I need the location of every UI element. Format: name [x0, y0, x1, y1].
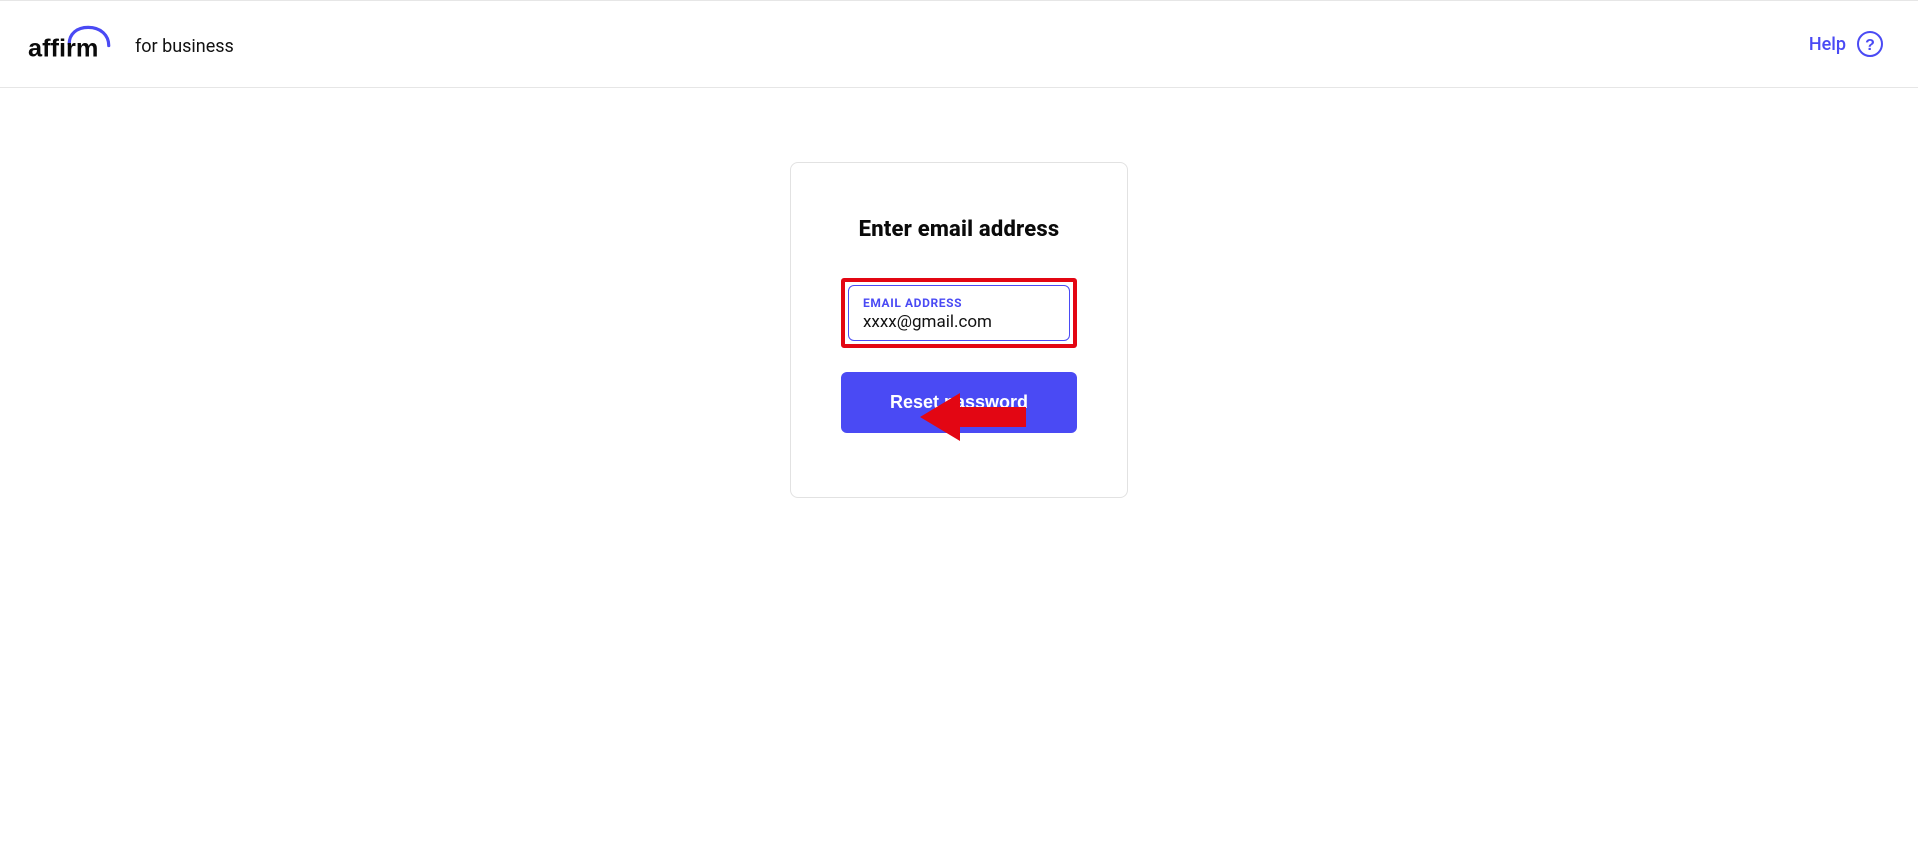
- help-label: Help: [1809, 34, 1846, 55]
- help-link[interactable]: Help ?: [1809, 30, 1884, 58]
- email-input[interactable]: [863, 312, 1055, 332]
- card-title: Enter email address: [841, 217, 1077, 242]
- email-field-highlight: EMAIL ADDRESS: [841, 278, 1077, 348]
- svg-text:?: ?: [1865, 37, 1875, 54]
- main-content: Enter email address EMAIL ADDRESS Reset …: [0, 88, 1918, 498]
- reset-password-button[interactable]: Reset password: [841, 372, 1077, 433]
- email-field-label: EMAIL ADDRESS: [863, 296, 1055, 310]
- reset-password-card: Enter email address EMAIL ADDRESS Reset …: [790, 162, 1128, 498]
- email-field-wrapper[interactable]: EMAIL ADDRESS: [848, 285, 1070, 341]
- logo-subtitle: for business: [135, 36, 234, 57]
- svg-text:affirm: affirm: [28, 35, 98, 63]
- help-icon: ?: [1856, 30, 1884, 58]
- top-bar: affirm for business Help ?: [0, 0, 1918, 88]
- affirm-logo-icon: affirm: [28, 25, 123, 63]
- logo[interactable]: affirm for business: [28, 25, 234, 63]
